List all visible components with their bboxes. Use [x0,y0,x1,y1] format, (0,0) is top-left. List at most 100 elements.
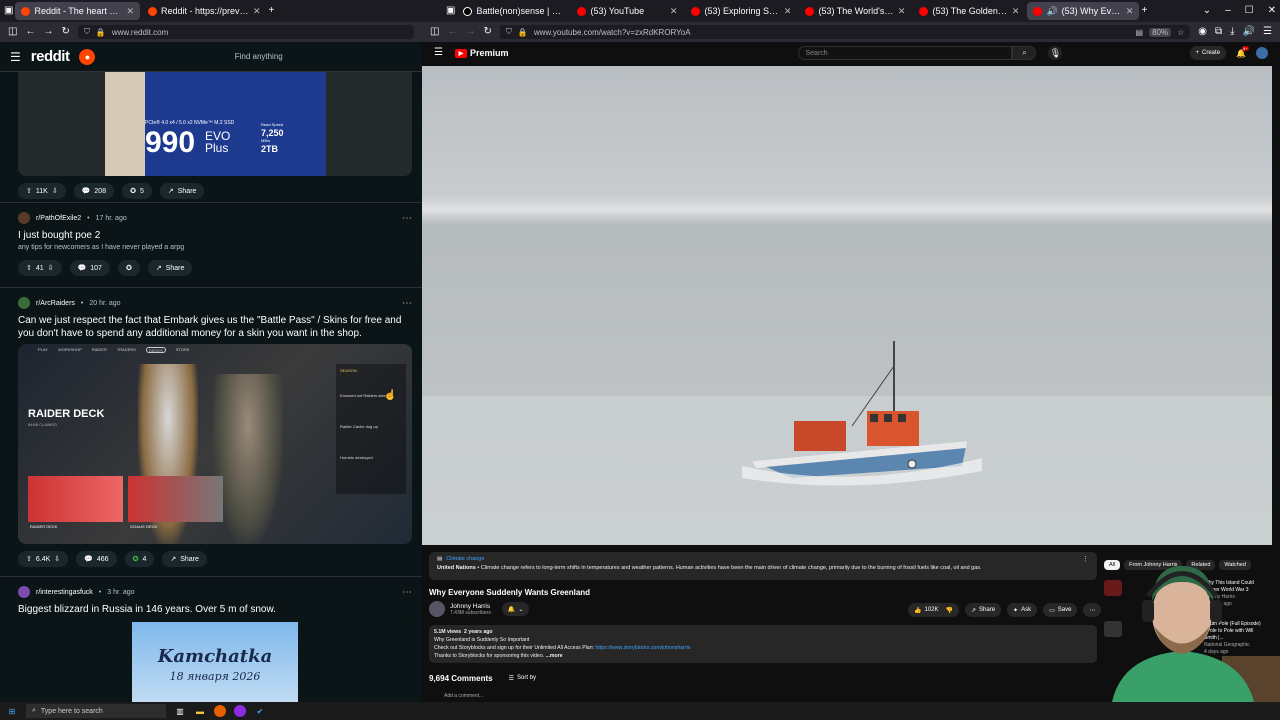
post-image[interactable]: PLAY WORKSHOP RAIDER TRADERS DECKS STORE… [18,344,412,544]
downloads-icon[interactable]: ⤓ [1230,27,1234,37]
app-menu-icon[interactable]: ☰ [1263,27,1272,37]
share-button[interactable]: ↗ Share [147,260,193,276]
video-player[interactable] [422,66,1272,545]
bookmark-star-icon[interactable]: ☆ [1177,28,1184,37]
sidebar-icon[interactable]: ◫ [430,27,439,37]
account-avatar[interactable] [1256,47,1268,59]
downvote-icon[interactable]: ⇩ [48,264,54,272]
post-title[interactable]: I just bought poe 2 [18,229,412,242]
more-options-icon[interactable]: ⋯ [402,213,412,224]
sidebar-icon[interactable]: ◫ [8,27,17,37]
address-bar[interactable]: ⛉ 🔒 www.youtube.com/watch?v=zxRdKRORYoA … [499,25,1191,39]
tab-reddit-preview[interactable]: Reddit - https://preview.redd.it ✕ [142,2,267,20]
minimize-icon[interactable]: – [1225,6,1231,16]
extensions-icon[interactable]: ⧉ [1215,27,1222,37]
upvote-icon[interactable]: ⇧ [26,264,32,272]
tab-youtube-active[interactable]: 🔊 (53) Why Everyone Suddenly ✕ [1027,2,1140,20]
tab-youtube[interactable]: (53) YouTube ✕ [571,2,683,20]
close-tab-icon[interactable]: ✕ [784,6,792,17]
back-icon[interactable]: ← [25,27,35,37]
share-button[interactable]: ↗ Share [159,183,205,199]
more-options-icon[interactable]: ⋯ [402,587,412,598]
vote-button[interactable]: ⇧ 11K ⇩ [18,183,66,199]
tab-overview-icon[interactable]: ▣ [4,6,13,16]
post-image[interactable]: Kamchatka 18 января 2026 [18,620,412,702]
new-tab-icon[interactable]: + [269,6,275,16]
media-icon[interactable]: 🔊 [1243,27,1255,37]
show-more-link[interactable]: ...more [546,653,563,659]
comments-button[interactable]: 💬 466 [76,551,117,567]
downvote-icon[interactable]: ⇩ [52,187,58,195]
search-icon[interactable]: ⌕ [1012,46,1037,60]
tab-youtube[interactable]: (53) The World's Smallest Apartment ✕ [799,2,911,20]
tab-youtube[interactable]: (53) The Golden Globes Hoppers ✕ [913,2,1025,20]
upvote-icon[interactable]: ⇧ [26,187,32,195]
new-tab-icon[interactable]: + [1141,6,1147,16]
award-button[interactable]: ✪ [117,260,140,276]
taskbar-search-input[interactable]: ⌕ Type here to search [26,704,166,718]
microphone-icon[interactable]: 🎙 [1048,46,1063,60]
close-window-icon[interactable]: ✕ [1268,6,1276,16]
tab-x[interactable]: Battle(non)sense | Chris on X [457,2,569,20]
close-tab-icon[interactable]: ✕ [670,6,678,17]
close-tab-icon[interactable]: ✕ [898,6,906,17]
task-view-icon[interactable]: ▥ [174,705,186,717]
award-button[interactable]: ✪ 4 [124,551,155,567]
info-panel-source[interactable]: United Nations [437,565,476,571]
post-image[interactable]: PCIe® 4.0 x4 / 5.0 x2 NVMe™ M.2 SSD 990 … [18,72,412,176]
forward-icon[interactable]: → [465,27,475,37]
speaker-icon[interactable]: 🔊 [1046,6,1057,17]
downvote-icon[interactable]: ⇩ [54,555,60,563]
obs-icon[interactable] [234,705,246,717]
vote-button[interactable]: ⇧ 41 ⇩ [18,260,62,276]
tab-overview-icon[interactable]: ▣ [446,6,455,16]
post-title[interactable]: Biggest blizzard in Russia in 146 years.… [18,603,412,616]
reload-icon[interactable]: ↻ [483,27,491,37]
close-tab-icon[interactable]: ✕ [253,6,261,17]
create-button[interactable]: + Create [1189,46,1227,60]
tab-list-icon[interactable]: ⌄ [1203,6,1211,16]
app-icon[interactable]: ✔ [254,705,266,717]
like-button[interactable]: 👍 102K 👎 [908,603,959,617]
tab-youtube[interactable]: (53) Exploring Scotland's Forgotten ✕ [685,2,797,20]
video-description[interactable]: 5.1M views 2 years ago Why Greenland is … [429,625,1097,663]
post-title[interactable]: Can we just respect the fact that Embark… [18,314,412,340]
youtube-search-input[interactable]: Search [798,46,1013,60]
file-explorer-icon[interactable]: ▬ [194,705,206,717]
description-link[interactable]: https://www.storyblocks.com/johnnyharris [595,645,690,651]
forward-icon[interactable]: → [43,27,53,37]
sort-by-button[interactable]: ☰ Sort by [509,675,536,682]
notifications-icon[interactable]: 🔔 9+ [1236,45,1249,58]
reddit-logo[interactable]: reddit [31,48,70,65]
add-comment-input[interactable]: Add a comment... [444,693,483,699]
close-tab-icon[interactable]: ✕ [126,6,134,17]
subreddit-name[interactable]: r/ArcRaiders [36,300,75,307]
info-panel-link[interactable]: Climate change [446,555,484,564]
more-options-icon[interactable]: ⋯ [402,298,412,309]
upvote-icon[interactable]: ⇧ [26,555,32,563]
ask-button[interactable]: ✦ Ask [1007,603,1038,617]
reddit-search-input[interactable]: Find anything [105,52,412,61]
subreddit-name[interactable]: r/PathOfExile2 [36,215,81,222]
vote-button[interactable]: ⇧ 6.4K ⇩ [18,551,69,567]
tab-reddit[interactable]: Reddit - The heart of the internet ✕ [15,2,140,20]
back-icon[interactable]: ← [447,27,457,37]
channel-avatar[interactable] [429,601,445,617]
pocket-icon[interactable]: ◉ [1198,27,1207,37]
share-button[interactable]: ↗ Share [964,603,1002,617]
address-bar[interactable]: ⛉ 🔒 www.reddit.com [77,25,414,39]
maximize-icon[interactable]: ☐ [1245,6,1254,16]
comments-button[interactable]: 💬 107 [69,260,110,276]
reload-icon[interactable]: ↻ [61,27,69,37]
comments-button[interactable]: 💬 208 [73,183,115,199]
zoom-level[interactable]: 80% [1149,27,1172,37]
subscribed-button[interactable]: 🔔 ⌄ [501,602,530,616]
thumbs-down-icon[interactable]: 👎 [946,607,953,614]
save-button[interactable]: ▭ Save [1043,603,1078,617]
share-button[interactable]: ↗ Share [162,551,207,567]
hamburger-menu-icon[interactable]: ☰ [10,51,21,63]
reader-view-icon[interactable]: ▤ [1136,28,1144,37]
award-button[interactable]: ✪ 5 [122,183,152,199]
youtube-logo[interactable]: ▶ Premium [454,48,508,58]
close-tab-icon[interactable]: ✕ [1012,6,1020,17]
